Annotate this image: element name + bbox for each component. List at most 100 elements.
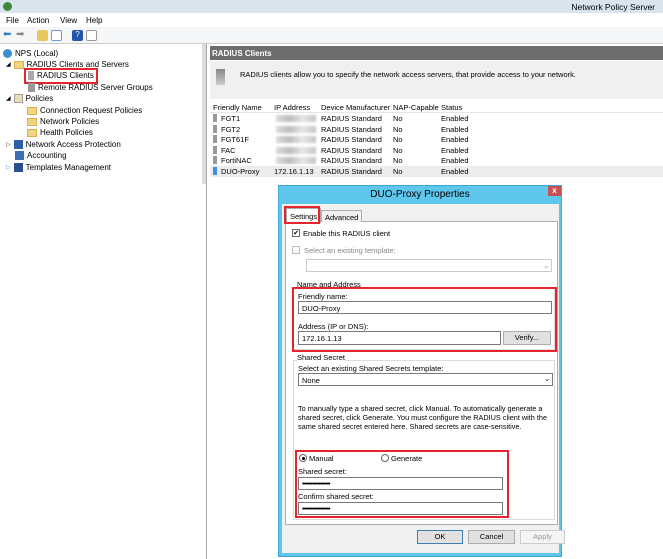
- secret-template-select[interactable]: None: [298, 373, 553, 386]
- enable-client-checkbox[interactable]: ✔: [292, 229, 300, 237]
- policies-icon: [13, 94, 23, 103]
- folder-icon: [27, 128, 37, 137]
- apply-button[interactable]: Apply: [520, 530, 565, 544]
- client-icon: [213, 167, 217, 175]
- tree-policies[interactable]: ◢ Policies: [6, 94, 53, 103]
- show-hide-tree-icon[interactable]: [51, 30, 62, 41]
- secret-template-label: Select an existing Shared Secrets templa…: [298, 364, 444, 373]
- column-nap-capable[interactable]: NAP-Capable: [393, 103, 439, 112]
- globe-icon: [3, 49, 12, 58]
- cell-manufacturer: RADIUS Standard: [321, 156, 382, 166]
- tree-accounting[interactable]: Accounting: [15, 151, 67, 160]
- column-friendly-name[interactable]: Friendly Name: [213, 103, 262, 112]
- collapsed-icon[interactable]: ▷: [6, 164, 11, 171]
- cell-friendly-name: FortiNAC: [221, 156, 252, 166]
- folder-icon: [27, 117, 37, 126]
- title-bar: Network Policy Server: [0, 0, 663, 13]
- expand-icon[interactable]: ◢: [6, 61, 11, 68]
- secret-help-text: To manually type a shared secret, click …: [298, 404, 548, 431]
- ok-button[interactable]: OK: [417, 530, 463, 544]
- tree-network-access-protection[interactable]: ▷ Network Access Protection: [6, 140, 121, 149]
- cell-nap-capable: No: [393, 167, 403, 176]
- template-checkbox[interactable]: [292, 246, 300, 254]
- menu-file[interactable]: File: [6, 16, 19, 25]
- highlight-radius-clients: [24, 68, 98, 84]
- cell-nap-capable: No: [393, 114, 403, 123]
- table-row[interactable]: FGT2 RADIUS Standard No Enabled: [210, 124, 663, 135]
- blurred-ip-address: [276, 115, 316, 122]
- table-row[interactable]: FortiNAC RADIUS Standard No Enabled: [210, 155, 663, 166]
- tree-nps-local[interactable]: NPS (Local): [3, 49, 58, 58]
- blurred-ip-address: [276, 146, 316, 154]
- blurred-ip-address: [276, 125, 316, 133]
- help-icon[interactable]: ?: [72, 30, 83, 41]
- cell-manufacturer: RADIUS Standard: [321, 124, 382, 134]
- column-device-manufacturer[interactable]: Device Manufacturer: [321, 103, 390, 112]
- table-row[interactable]: FGT1 RADIUS Standard No Enabled: [210, 113, 663, 124]
- chevron-down-icon: ⌄: [544, 374, 551, 383]
- expand-icon[interactable]: ◢: [6, 95, 11, 102]
- column-status[interactable]: Status: [441, 103, 462, 112]
- folder-icon: [13, 60, 24, 69]
- menu-action[interactable]: Action: [27, 16, 49, 25]
- cell-nap-capable: No: [393, 145, 403, 155]
- tree-templates-management[interactable]: ▷ Templates Management: [6, 163, 111, 172]
- highlight-settings-tab: [284, 206, 320, 224]
- tree-scrollbar[interactable]: [202, 44, 206, 184]
- back-icon[interactable]: ⬅: [3, 30, 14, 41]
- cell-ip-address: 172.16.1.13: [274, 167, 314, 176]
- forward-icon[interactable]: ➡: [16, 30, 27, 41]
- template-select[interactable]: [306, 259, 552, 272]
- cell-manufacturer: RADIUS Standard: [321, 135, 382, 145]
- pane-description: RADIUS clients allow you to specify the …: [210, 61, 663, 99]
- tab-advanced[interactable]: Advanced: [321, 210, 363, 222]
- close-button[interactable]: x: [548, 186, 561, 196]
- cell-status: Enabled: [441, 156, 469, 166]
- table-row[interactable]: FAC RADIUS Standard No Enabled: [210, 145, 663, 156]
- cell-nap-capable: No: [393, 135, 403, 145]
- window-title: Network Policy Server: [571, 2, 655, 12]
- client-icon: [213, 135, 217, 144]
- cell-manufacturer: RADIUS Standard: [321, 145, 382, 155]
- server-group-icon: [28, 83, 35, 92]
- accounting-icon: [15, 151, 24, 160]
- cell-manufacturer: RADIUS Standard: [321, 167, 382, 176]
- tree-connection-request-policies[interactable]: Connection Request Policies: [27, 106, 142, 115]
- tree-health-policies[interactable]: Health Policies: [27, 128, 93, 137]
- client-icon: [213, 145, 217, 154]
- cell-nap-capable: No: [393, 156, 403, 166]
- table-row[interactable]: FGT61F RADIUS Standard No Enabled: [210, 134, 663, 145]
- tree-pane: NPS (Local) ◢ RADIUS Clients and Servers …: [0, 44, 207, 559]
- nap-icon: [13, 140, 23, 149]
- tree-network-policies[interactable]: Network Policies: [27, 117, 99, 126]
- menu-view[interactable]: View: [60, 16, 77, 25]
- up-folder-icon[interactable]: [37, 30, 48, 41]
- column-ip-address[interactable]: IP Address: [274, 103, 310, 112]
- chevron-down-icon: ⌄: [543, 261, 550, 270]
- collapsed-icon[interactable]: ▷: [6, 141, 11, 148]
- console-icon[interactable]: [86, 30, 97, 41]
- cell-status: Enabled: [441, 145, 469, 155]
- cancel-button[interactable]: Cancel: [468, 530, 515, 544]
- cell-status: Enabled: [441, 124, 469, 134]
- cell-manufacturer: RADIUS Standard: [321, 114, 382, 123]
- cell-status: Enabled: [441, 167, 469, 176]
- toolbar: ⬅ ➡ ?: [0, 27, 663, 44]
- highlight-name-address: [292, 287, 557, 352]
- tree-remote-radius-groups[interactable]: Remote RADIUS Server Groups: [28, 83, 153, 92]
- shared-secret-group-label: Shared Secret: [297, 353, 345, 362]
- cell-status: Enabled: [441, 135, 469, 145]
- folder-icon: [27, 106, 37, 115]
- cell-friendly-name: FGT61F: [221, 135, 249, 145]
- list-header: Friendly Name IP Address Device Manufact…: [210, 102, 663, 113]
- client-icon: [213, 114, 217, 122]
- template-label: Select an existing template:: [304, 246, 396, 255]
- menu-help[interactable]: Help: [86, 16, 102, 25]
- cell-friendly-name: FGT1: [221, 114, 241, 123]
- client-icon: [213, 156, 217, 165]
- table-row[interactable]: DUO-Proxy 172.16.1.13 RADIUS Standard No…: [210, 166, 663, 177]
- blurred-ip-address: [276, 157, 316, 165]
- highlight-shared-secret: [295, 450, 509, 518]
- cell-friendly-name: FAC: [221, 145, 236, 155]
- dialog-title: DUO-Proxy Properties: [370, 189, 470, 200]
